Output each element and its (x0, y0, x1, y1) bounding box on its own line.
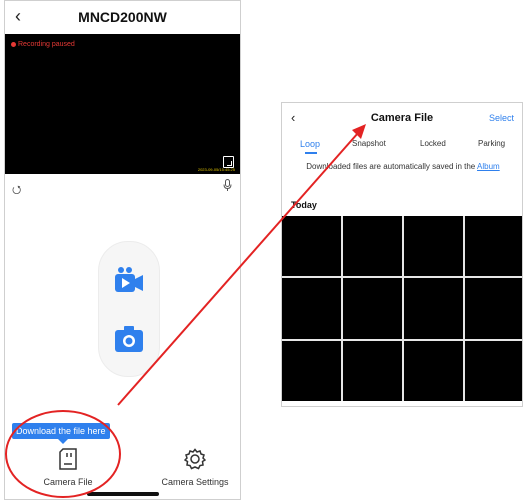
recording-dot-icon (11, 42, 16, 47)
file-thumbnail[interactable] (282, 340, 341, 401)
file-thumbnail[interactable] (465, 340, 522, 401)
capture-controls (98, 241, 160, 377)
file-thumbnail[interactable] (282, 216, 341, 277)
thumbnail-grid (282, 216, 522, 401)
notice-text: Downloaded files are automatically saved… (306, 162, 476, 171)
record-video-button[interactable] (114, 266, 144, 296)
file-thumbnail[interactable] (282, 278, 341, 339)
page-title: Camera File (370, 112, 434, 124)
video-timestamp: 2023-09-05/15:45:25 (197, 167, 235, 172)
tab-locked[interactable]: Locked (420, 139, 446, 148)
header: ‹ MNCD200NW (5, 1, 240, 33)
highlight-circle (5, 410, 121, 498)
recording-status: Recording paused (11, 41, 75, 48)
home-indicator (87, 492, 159, 496)
file-thumbnail[interactable] (343, 340, 402, 401)
tab-parking[interactable]: Parking (478, 139, 505, 148)
download-notice: Downloaded files are automatically saved… (302, 161, 504, 172)
tab-camera-settings[interactable]: Camera Settings (150, 448, 240, 487)
tab-loop[interactable]: Loop (300, 139, 320, 149)
file-thumbnail[interactable] (404, 278, 463, 339)
file-thumbnail[interactable] (404, 340, 463, 401)
rotate-icon[interactable]: ⭯ (12, 181, 21, 200)
file-thumbnail[interactable] (404, 216, 463, 277)
select-button[interactable]: Select (489, 113, 514, 123)
file-thumbnail[interactable] (343, 278, 402, 339)
gear-icon (183, 448, 207, 470)
page-title: MNCD200NW (78, 9, 167, 25)
active-tab-indicator (305, 152, 317, 154)
tab-camera-settings-label: Camera Settings (161, 477, 229, 487)
camera-file-screen: ‹ Camera File Select Loop Snapshot Locke… (281, 102, 523, 407)
file-thumbnail[interactable] (465, 278, 522, 339)
file-thumbnail[interactable] (465, 216, 522, 277)
video-preview: Recording paused 2023-09-05/15:45:25 (5, 34, 240, 174)
file-type-tabs: Loop Snapshot Locked Parking (282, 139, 522, 157)
section-label: Today (291, 200, 317, 210)
snapshot-button[interactable] (114, 324, 144, 354)
file-thumbnail[interactable] (343, 216, 402, 277)
album-link[interactable]: Album (477, 162, 500, 171)
tab-snapshot[interactable]: Snapshot (352, 139, 386, 148)
recording-status-text: Recording paused (18, 41, 75, 48)
microphone-icon[interactable] (223, 179, 232, 195)
